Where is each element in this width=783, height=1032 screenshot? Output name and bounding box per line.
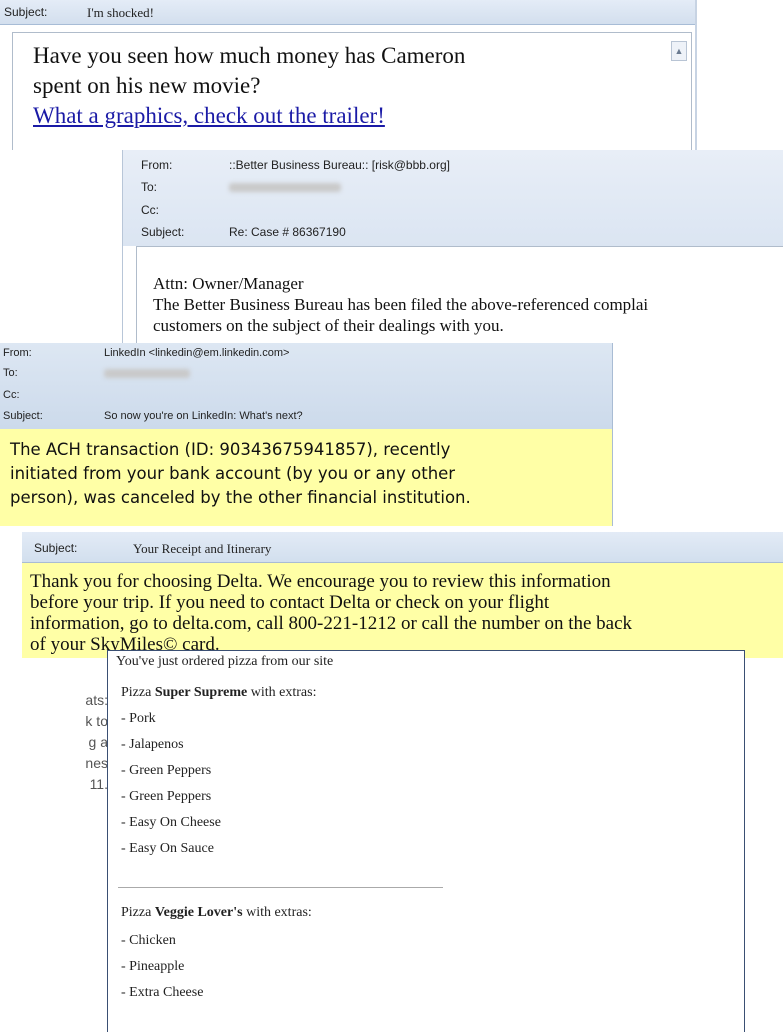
side-text-line: nes [85,755,108,771]
email-header: Subject: Your Receipt and Itinerary [22,532,783,563]
body-line: Have you seen how much money has Cameron [33,43,466,68]
extra-item: - Green Peppers [121,763,212,778]
body-line: The Better Business Bureau has been file… [153,295,649,314]
side-text-line: 11. [89,776,108,792]
from-value: ::Better Business Bureau:: [risk@bbb.org… [229,158,450,172]
email-window-bbb: From: ::Better Business Bureau:: [risk@b… [122,150,783,344]
to-value-blurred [229,183,341,192]
trailer-link[interactable]: What a graphics, check out the trailer! [33,101,465,131]
pizza-name: Super Supreme [154,685,248,700]
cc-label: Cc: [3,389,20,401]
subject-label: Subject: [34,541,78,555]
extra-item: - Chicken [121,933,176,948]
pizza-suffix: with extras: [242,905,312,920]
email-window-delta: Subject: Your Receipt and Itinerary Than… [22,532,783,658]
email-body-yellow: Thank you for choosing Delta. We encoura… [22,563,783,658]
email-body-text: Have you seen how much money has Cameron… [33,41,465,131]
email-body-text: Thank you for choosing Delta. We encoura… [30,571,632,655]
email-header: From: ::Better Business Bureau:: [risk@b… [123,150,783,246]
pizza-prefix: Pizza [121,685,155,700]
to-label: To: [3,367,18,379]
pizza-suffix: with extras: [247,685,317,700]
body-line: before your trip. If you need to contact… [30,592,550,613]
cc-label: Cc: [141,203,159,217]
email-body-frame: Have you seen how much money has Cameron… [12,32,692,150]
subject-label: Subject: [141,225,185,239]
scroll-up-icon[interactable]: ▲ [671,41,687,61]
email-window-linkedin: From: LinkedIn <linkedin@em.linkedin.com… [0,343,613,526]
subject-label: Subject: [3,410,43,422]
extra-item: - Pork [121,711,156,726]
body-line: information, go to delta.com, call 800-2… [30,613,633,634]
email-header: From: LinkedIn <linkedin@em.linkedin.com… [0,343,613,429]
section-divider [118,887,443,888]
extra-item: - Green Peppers [121,789,212,804]
side-text-fragment: ats: k to g a nes 11. [0,690,108,815]
extra-item: - Pineapple [121,959,185,974]
email-body-yellow: The ACH transaction (ID: 90343675941857)… [0,429,613,526]
extra-item: - Extra Cheese [121,985,204,1000]
body-line: initiated from your bank account (by you… [10,464,456,483]
body-line: Thank you for choosing Delta. We encoura… [30,571,611,592]
email-window-pizza: You've just ordered pizza from our site … [107,650,745,1032]
side-text-line: ats: [85,692,108,708]
subject-value: Re: Case # 86367190 [229,225,346,239]
email-body-text: Attn: Owner/Manager The Better Business … [153,273,648,336]
email-body-text: The ACH transaction (ID: 90343675941857)… [10,438,471,510]
pizza-prefix: Pizza [121,905,155,920]
subject-value: Your Receipt and Itinerary [133,541,272,556]
pizza-title: Pizza Veggie Lover's with extras: [121,905,312,921]
from-label: From: [3,347,32,359]
order-intro: You've just ordered pizza from our site [116,654,334,669]
side-text-line: k to [85,713,108,729]
subject-value: I'm shocked! [87,5,154,20]
subject-value: So now you're on LinkedIn: What's next? [104,410,303,422]
extra-item: - Easy On Cheese [121,815,221,830]
email-body-frame: Attn: Owner/Manager The Better Business … [136,246,783,344]
email-window-shocked: Subject: I'm shocked! Have you seen how … [0,0,697,150]
body-line: person), was canceled by the other finan… [10,488,471,507]
to-label: To: [141,180,158,194]
body-line: spent on his new movie? [33,73,261,98]
side-text-line: g a [88,734,108,750]
pizza-title: Pizza Super Supreme with extras: [121,685,317,701]
from-label: From: [141,158,173,172]
to-value-blurred [104,369,190,378]
extra-item: - Easy On Sauce [121,841,214,856]
subject-label: Subject: [4,5,48,19]
from-value: LinkedIn <linkedin@em.linkedin.com> [104,347,290,359]
body-line: customers on the subject of their dealin… [153,316,504,335]
extra-item: - Jalapenos [121,737,184,752]
body-line: The ACH transaction (ID: 90343675941857)… [10,440,451,459]
pizza-name: Veggie Lover's [154,905,243,920]
body-line: Attn: Owner/Manager [153,274,304,293]
email-header: Subject: I'm shocked! [0,0,695,25]
